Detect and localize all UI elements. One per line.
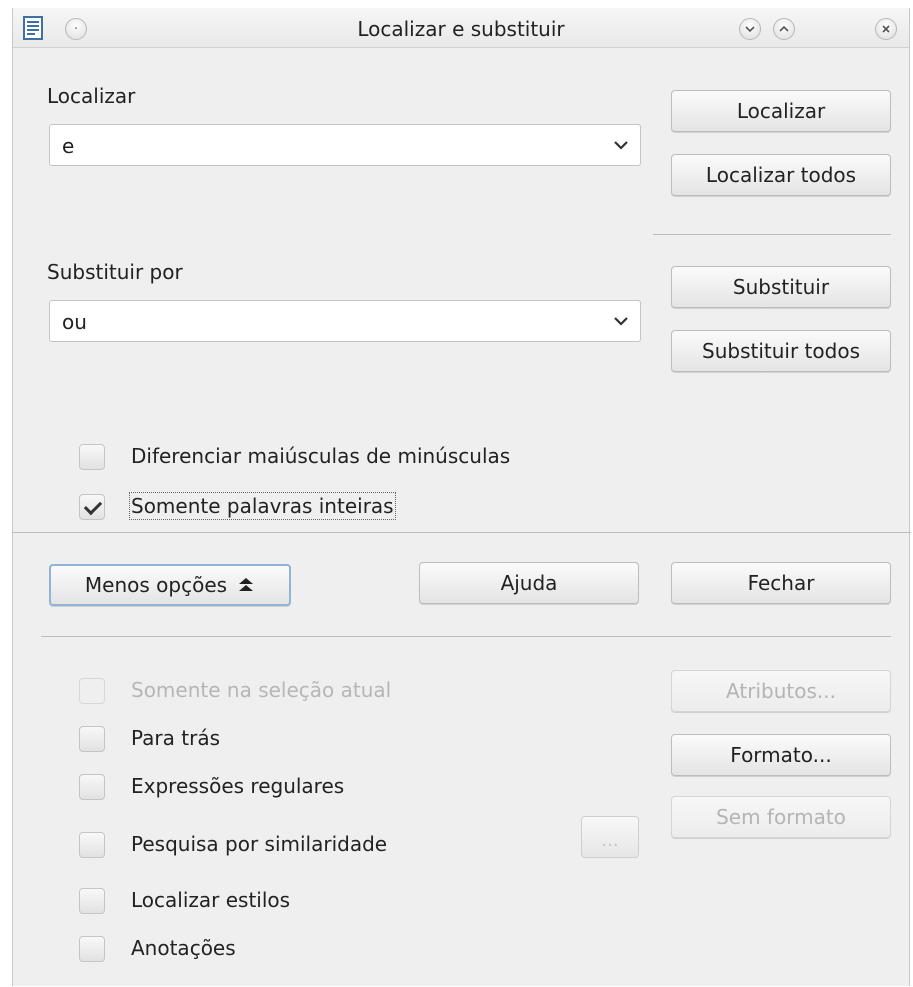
find-all-button[interactable]: Localizar todos	[671, 154, 891, 196]
backwards-checkbox[interactable]	[79, 726, 105, 752]
find-value[interactable]: e	[62, 134, 74, 158]
replace-all-button[interactable]: Substituir todos	[671, 330, 891, 372]
whole-words-label[interactable]: Somente palavras inteiras	[129, 492, 396, 520]
styles-label[interactable]: Localizar estilos	[131, 888, 290, 912]
minimize-icon[interactable]	[739, 18, 761, 40]
backwards-label[interactable]: Para trás	[131, 726, 220, 750]
comments-label[interactable]: Anotações	[131, 936, 236, 960]
find-replace-dialog: · Localizar e substituir Localizar e Loc…	[12, 8, 911, 986]
styles-checkbox[interactable]	[79, 888, 105, 914]
help-button[interactable]: Ajuda	[419, 562, 639, 604]
match-case-checkbox[interactable]	[79, 444, 105, 470]
current-selection-label[interactable]: Somente na seleção atual	[131, 678, 391, 702]
comments-checkbox[interactable]	[79, 936, 105, 962]
divider	[13, 532, 911, 533]
current-selection-checkbox[interactable]	[79, 678, 105, 704]
replace-combobox[interactable]: ou	[49, 300, 641, 342]
similarity-label[interactable]: Pesquisa por similaridade	[131, 832, 387, 856]
whole-words-checkbox[interactable]	[79, 494, 105, 520]
divider	[41, 636, 891, 637]
replace-label: Substituir por	[47, 260, 183, 284]
double-chevron-up-icon	[239, 578, 254, 591]
replace-button[interactable]: Substituir	[671, 266, 891, 308]
close-button[interactable]: Fechar	[671, 562, 891, 604]
no-format-button[interactable]: Sem formato	[671, 796, 891, 838]
chevron-down-icon[interactable]	[612, 313, 630, 329]
similarity-settings-button[interactable]: ...	[581, 816, 639, 858]
similarity-checkbox[interactable]	[79, 832, 105, 858]
divider	[653, 234, 891, 235]
less-options-button[interactable]: Menos opções	[49, 564, 291, 606]
less-options-label: Menos opções	[84, 573, 228, 597]
regex-label[interactable]: Expressões regulares	[131, 774, 344, 798]
maximize-icon[interactable]	[773, 18, 795, 40]
find-label: Localizar	[47, 84, 136, 108]
match-case-label[interactable]: Diferenciar maiúsculas de minúsculas	[131, 444, 510, 468]
regex-checkbox[interactable]	[79, 774, 105, 800]
find-button[interactable]: Localizar	[671, 90, 891, 132]
format-button[interactable]: Formato...	[671, 734, 891, 776]
close-icon[interactable]	[875, 18, 897, 40]
chevron-down-icon[interactable]	[612, 137, 630, 153]
replace-value[interactable]: ou	[62, 310, 87, 334]
title-bar[interactable]: · Localizar e substituir	[13, 8, 909, 48]
find-combobox[interactable]: e	[49, 124, 641, 166]
attributes-button[interactable]: Atributos...	[671, 670, 891, 712]
